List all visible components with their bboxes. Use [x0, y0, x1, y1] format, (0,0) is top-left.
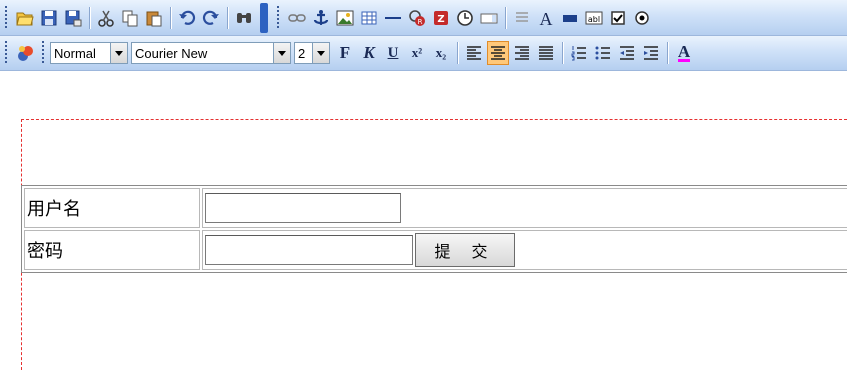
horizontal-rule-icon[interactable] [382, 6, 404, 30]
username-cell [202, 188, 847, 228]
paragraph-style-select[interactable]: Normal [50, 42, 128, 64]
bold-button[interactable]: F [334, 41, 356, 65]
svg-text:A: A [540, 9, 553, 27]
login-form-table: 用户名 密码 提 交 [21, 185, 847, 273]
paragraph-style-value: Normal [54, 45, 96, 61]
underline-button[interactable]: U [382, 41, 404, 65]
toolbar-divider [260, 2, 268, 33]
align-left-icon[interactable] [463, 41, 485, 65]
table-icon[interactable] [358, 6, 380, 30]
toolbar-separator [667, 42, 668, 64]
style-manager-icon[interactable] [14, 41, 36, 65]
password-cell: 提 交 [202, 230, 847, 270]
paste-icon[interactable] [143, 6, 165, 30]
save-as-icon[interactable] [62, 6, 84, 30]
text-icon[interactable]: A [535, 6, 557, 30]
indent-icon[interactable] [640, 41, 662, 65]
svg-text:abl: abl [588, 15, 600, 24]
font-family-select[interactable]: Courier New [131, 42, 291, 64]
image-icon[interactable] [334, 6, 356, 30]
link-icon[interactable] [286, 6, 308, 30]
svg-text:Z: Z [437, 14, 444, 25]
checkbox-icon[interactable] [607, 6, 629, 30]
table-row: 密码 提 交 [24, 230, 847, 270]
flash-icon[interactable]: Z [430, 6, 452, 30]
text-field-icon[interactable]: abl [583, 6, 605, 30]
toolbar-grip[interactable] [3, 5, 9, 30]
table-row: 用户名 [24, 188, 847, 228]
numbered-list-icon[interactable] [568, 41, 590, 65]
password-label: 密码 [24, 230, 200, 270]
svg-text:R: R [418, 18, 423, 26]
anchor-icon[interactable] [310, 6, 332, 30]
font-color-button[interactable]: A [673, 41, 695, 65]
chevron-down-icon[interactable] [110, 43, 127, 63]
font-family-value: Courier New [135, 45, 208, 61]
toolbar-grip[interactable] [275, 5, 281, 30]
button-icon[interactable] [559, 6, 581, 30]
subscript-button[interactable]: x₂ [430, 41, 452, 65]
superscript-button[interactable]: x² [406, 41, 428, 65]
toolbar-separator [457, 42, 458, 64]
username-label: 用户名 [24, 188, 200, 228]
toolbar-separator [562, 42, 563, 64]
toolbar-separator [505, 6, 506, 29]
password-input[interactable] [205, 235, 413, 265]
save-icon[interactable] [38, 6, 60, 30]
align-center-icon[interactable] [487, 41, 509, 65]
textarea-icon[interactable] [478, 6, 500, 30]
chevron-down-icon[interactable] [273, 43, 290, 63]
outdent-icon[interactable] [616, 41, 638, 65]
toolbar-format: Normal Courier New 2 F K U x² x₂ A [0, 36, 847, 71]
font-color-label: A [677, 42, 691, 62]
undo-icon[interactable] [176, 6, 198, 30]
redo-icon[interactable] [200, 6, 222, 30]
clock-icon[interactable] [454, 6, 476, 30]
toolbar-grip[interactable] [3, 41, 9, 65]
toolbar-grip[interactable] [40, 41, 46, 65]
font-size-select[interactable]: 2 [294, 42, 330, 64]
list-box-icon[interactable] [511, 6, 533, 30]
radio-icon[interactable] [631, 6, 653, 30]
toolbar-separator [227, 6, 228, 29]
find-icon[interactable] [233, 6, 255, 30]
bullet-list-icon[interactable] [592, 41, 614, 65]
copy-icon[interactable] [119, 6, 141, 30]
toolbar-main: R Z A abl [0, 0, 847, 36]
special-char-icon[interactable]: R [406, 6, 428, 30]
toolbar-separator [89, 6, 90, 29]
cut-icon[interactable] [95, 6, 117, 30]
italic-button[interactable]: K [358, 41, 380, 65]
font-size-value: 2 [298, 45, 306, 61]
username-input[interactable] [205, 193, 401, 223]
chevron-down-icon[interactable] [312, 43, 329, 63]
toolbar-separator [170, 6, 171, 29]
open-folder-icon[interactable] [14, 6, 36, 30]
submit-button[interactable]: 提 交 [415, 233, 515, 267]
justify-icon[interactable] [535, 41, 557, 65]
align-right-icon[interactable] [511, 41, 533, 65]
